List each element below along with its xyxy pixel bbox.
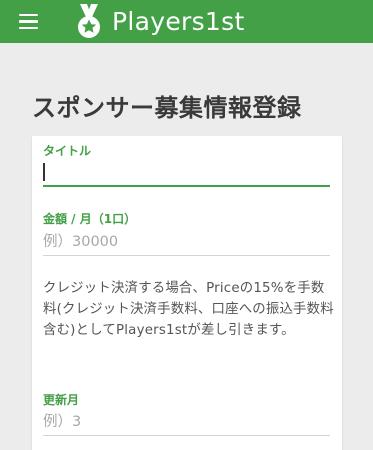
amount-field-label: 金額 / 月（1口）: [43, 212, 137, 226]
fee-note: クレジット決済する場合、Priceの15%を手数料(クレジット決済手数料、口座へ…: [43, 281, 334, 338]
hamburger-menu-icon[interactable]: [0, 0, 56, 43]
text-caret: [43, 163, 45, 181]
sponsor-form-card: タイトル 金額 / 月（1口） クレジット決済する場合、Priceの15%を手数…: [32, 136, 342, 450]
medal-logo-icon[interactable]: [74, 3, 104, 40]
app-bar: Players1st: [0, 0, 373, 43]
title-input[interactable]: [43, 159, 330, 187]
brand-name[interactable]: Players1st: [112, 7, 245, 36]
renewal-month-input[interactable]: [43, 408, 330, 436]
page-title: スポンサー募集情報登録: [32, 94, 302, 122]
title-field-label: タイトル: [43, 144, 92, 158]
renewal-month-field-label: 更新月: [43, 393, 80, 407]
amount-input[interactable]: [43, 228, 330, 256]
